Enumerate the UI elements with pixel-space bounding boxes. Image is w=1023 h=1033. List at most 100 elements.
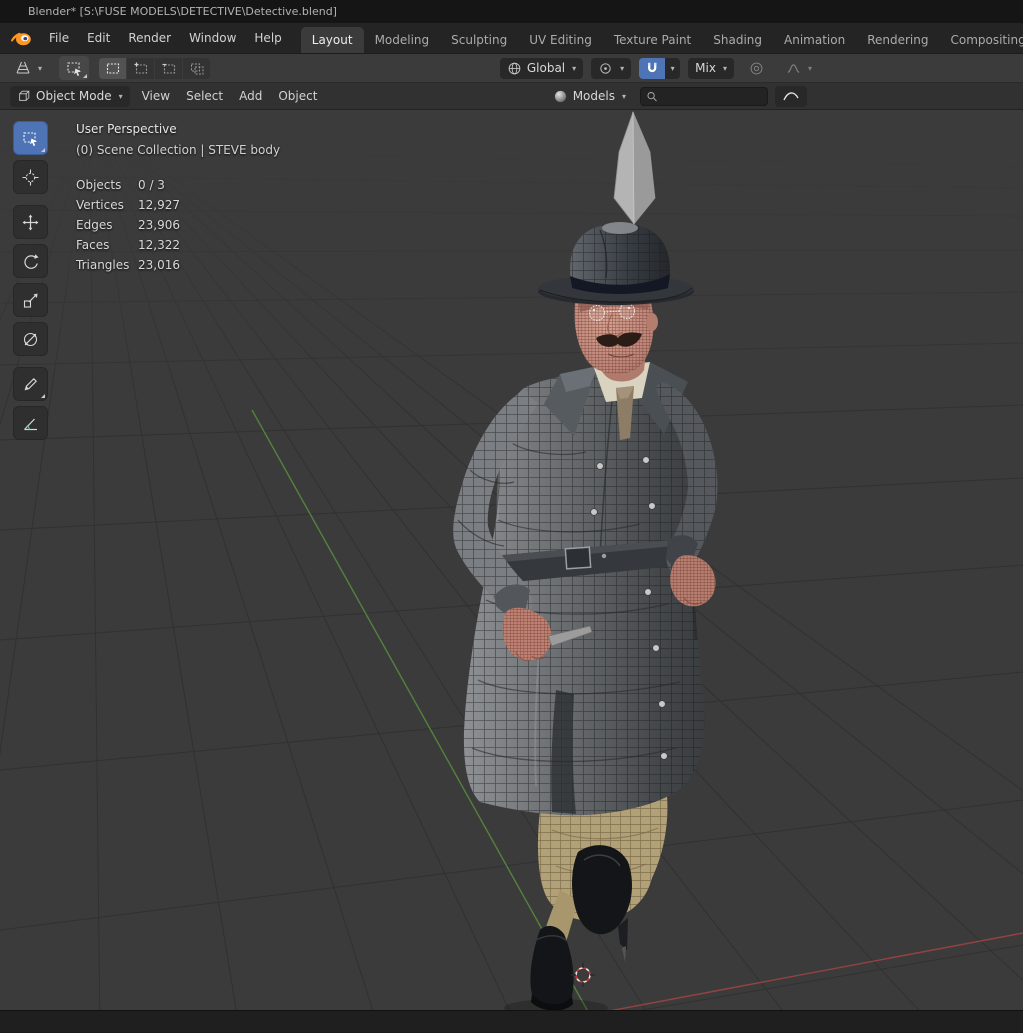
window-titlebar: Blender* [S:\FUSE MODELS\DETECTIVE\Detec… <box>0 0 1023 23</box>
chevron-down-icon: ▾ <box>118 91 123 101</box>
box-select-icon <box>66 61 81 76</box>
falloff-dropdown[interactable]: ▾ <box>779 58 819 79</box>
transform-snap-cluster: Global ▾ ▾ ▾ Mix ▾ ▾ <box>499 57 819 79</box>
view-perspective-label: User Perspective <box>76 122 177 136</box>
asset-category-dropdown[interactable]: Models ▾ <box>546 86 633 107</box>
mode-dropdown[interactable]: Object Mode ▾ <box>10 85 130 107</box>
viewport-menus: View Select Add Object <box>134 83 326 110</box>
orientation-globe-icon <box>508 62 521 74</box>
chevron-down-icon: ▾ <box>620 63 625 73</box>
pivot-point-dropdown[interactable]: ▾ <box>591 57 632 79</box>
tool-scale[interactable] <box>14 284 47 316</box>
main-menus: File Edit Render Window Help <box>40 23 291 53</box>
tab-sculpting[interactable]: Sculpting <box>440 27 518 53</box>
select-mode-extend-button[interactable] <box>127 57 155 79</box>
viewport-toolbar <box>14 122 48 439</box>
select-mode-subtract-button[interactable] <box>155 57 183 79</box>
menu-edit[interactable]: Edit <box>78 23 119 54</box>
menu-view[interactable]: View <box>134 83 178 110</box>
transform-icon <box>23 332 38 346</box>
curve-icon <box>783 92 799 101</box>
pivot-point-icon <box>600 62 611 74</box>
window-title: Blender* [S:\FUSE MODELS\DETECTIVE\Detec… <box>28 5 337 18</box>
tool-settings-bar: ▾ Global ▾ ▾ ▾ Mix ▾ ▾ <box>0 54 1023 83</box>
tab-shading[interactable]: Shading <box>702 27 773 53</box>
tool-measure[interactable] <box>14 407 47 439</box>
proportional-editing-toggle[interactable] <box>742 58 771 79</box>
chevron-down-icon: ▾ <box>621 91 626 101</box>
box-select-icon <box>23 131 37 146</box>
tab-rendering[interactable]: Rendering <box>856 27 939 53</box>
ear <box>646 313 658 331</box>
chevron-down-icon: ▾ <box>807 63 812 73</box>
stat-row-objects: Objects 0 / 3 <box>76 178 165 192</box>
menu-file[interactable]: File <box>40 23 78 54</box>
move-icon <box>22 214 39 230</box>
search-input[interactable] <box>662 89 762 103</box>
tool-annotate[interactable] <box>14 368 47 400</box>
tab-modeling[interactable]: Modeling <box>364 27 441 53</box>
asset-search-cluster: Models ▾ <box>546 85 807 107</box>
falloff-curve-icon <box>787 63 800 73</box>
tab-uv-editing[interactable]: UV Editing <box>518 27 603 53</box>
annotate-pen-icon <box>24 377 37 390</box>
snap-toggle-button[interactable] <box>639 57 666 79</box>
search-box <box>640 86 768 106</box>
active-collection-label: (0) Scene Collection | STEVE body <box>76 143 281 157</box>
menu-object[interactable]: Object <box>270 83 325 110</box>
tool-move[interactable] <box>14 206 47 238</box>
mode-label: Object Mode <box>36 89 112 103</box>
select-mode-new-button[interactable] <box>99 57 127 79</box>
rotate-icon <box>24 253 39 269</box>
stat-row-vertices: Vertices 12,927 <box>76 198 180 212</box>
measure-icon <box>24 418 37 430</box>
snap-target-label: Mix <box>695 61 716 75</box>
select-mode-group <box>99 57 211 79</box>
tab-texture-paint[interactable]: Texture Paint <box>603 27 702 53</box>
tool-select-box[interactable] <box>14 122 47 154</box>
viewport-3d[interactable]: User Perspective (0) Scene Collection | … <box>0 110 1023 1010</box>
select-mode-intersect-button[interactable] <box>183 57 211 79</box>
blender-logo-icon[interactable] <box>0 23 40 53</box>
tool-transform[interactable] <box>14 323 47 355</box>
asset-category-label: Models <box>572 89 615 103</box>
topbar: File Edit Render Window Help Layout Mode… <box>0 23 1023 54</box>
tool-cursor[interactable] <box>14 161 47 193</box>
proportional-editing-icon <box>750 62 763 74</box>
search-icon <box>647 91 657 101</box>
editor-type-dropdown[interactable]: ▾ <box>8 58 49 79</box>
menu-help[interactable]: Help <box>245 23 290 54</box>
stat-row-triangles: Triangles 23,016 <box>76 258 180 272</box>
snap-options-dropdown[interactable]: ▾ <box>665 57 681 79</box>
snap-group: ▾ <box>639 57 681 79</box>
cursor-3d[interactable] <box>571 963 595 987</box>
asset-sphere-icon <box>554 90 566 102</box>
menu-select[interactable]: Select <box>178 83 231 110</box>
left-hand <box>670 555 716 607</box>
chevron-down-icon: ▾ <box>572 63 577 73</box>
snap-target-dropdown[interactable]: Mix ▾ <box>688 57 734 79</box>
menu-render[interactable]: Render <box>119 23 180 54</box>
stat-row-faces: Faces 12,322 <box>76 238 180 252</box>
workspace-tabs: Layout Modeling Sculpting UV Editing Tex… <box>300 23 1023 53</box>
tab-animation[interactable]: Animation <box>773 27 856 53</box>
editor-type-icon <box>16 61 30 74</box>
orientation-label: Global <box>526 61 566 75</box>
magnet-icon <box>648 62 657 72</box>
chevron-down-icon: ▾ <box>38 63 43 73</box>
tool-rotate[interactable] <box>14 245 47 277</box>
status-bar <box>0 1010 1023 1032</box>
cursor-3d-icon <box>22 169 39 185</box>
display-curve-dropdown[interactable] <box>775 85 807 107</box>
chevron-down-icon: ▾ <box>722 63 727 73</box>
tab-compositing[interactable]: Compositing <box>939 27 1023 53</box>
menu-window[interactable]: Window <box>180 23 245 54</box>
rear-boot <box>572 845 632 962</box>
active-tool-button[interactable] <box>59 56 90 80</box>
viewport-header: Object Mode ▾ View Select Add Object Mod… <box>0 83 1023 110</box>
menu-add[interactable]: Add <box>231 83 270 110</box>
transform-orientation-dropdown[interactable]: Global ▾ <box>499 57 584 79</box>
viewport-overlay-text: User Perspective (0) Scene Collection | … <box>76 122 280 275</box>
scene-statistics: Objects 0 / 3 Vertices 12,927 Edges 23,9… <box>76 175 180 275</box>
tab-layout[interactable]: Layout <box>300 27 364 53</box>
